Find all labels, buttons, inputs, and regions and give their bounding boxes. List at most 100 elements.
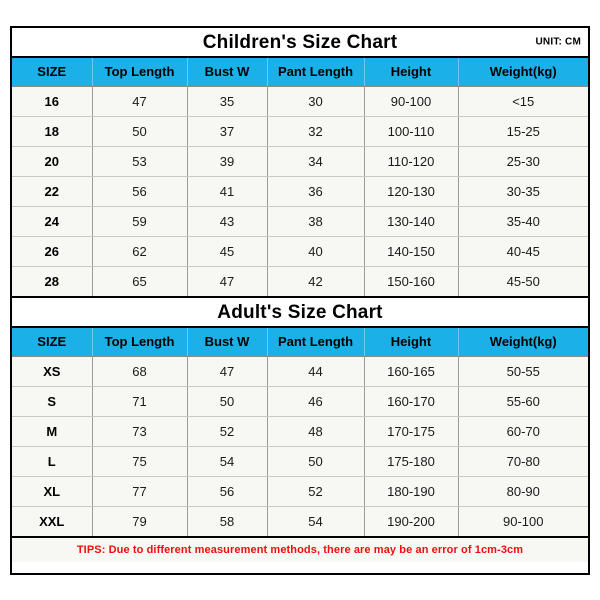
- cell-height: 100-110: [364, 116, 459, 147]
- cell-top-length: 65: [92, 266, 188, 296]
- cell-top-length: 71: [92, 386, 188, 417]
- cell-pant-length: 52: [267, 476, 365, 507]
- cell-height: 160-165: [364, 356, 459, 387]
- cell-bust-w: 43: [187, 206, 268, 237]
- cell-top-length: 53: [92, 146, 188, 177]
- cell-top-length: 79: [92, 506, 188, 536]
- cell-top-length: 56: [92, 176, 188, 207]
- cell-pant-length: 40: [267, 236, 365, 267]
- cell-weight: 50-55: [458, 356, 588, 387]
- adult-chart-title: Adult's Size Chart: [217, 301, 383, 323]
- table-row: 26 62 45 40 140-150 40-45: [12, 236, 588, 267]
- adult-size-table: SIZE Top Length Bust W Pant Length Heigh…: [12, 328, 588, 536]
- cell-pant-length: 42: [267, 266, 365, 296]
- cell-bust-w: 45: [187, 236, 268, 267]
- cell-height: 110-120: [364, 146, 459, 177]
- cell-size: L: [12, 446, 93, 477]
- cell-weight: 60-70: [458, 416, 588, 447]
- cell-weight: 40-45: [458, 236, 588, 267]
- column-header-pant-length: Pant Length: [267, 328, 365, 357]
- cell-height: 180-190: [364, 476, 459, 507]
- cell-bust-w: 39: [187, 146, 268, 177]
- children-size-table: SIZE Top Length Bust W Pant Length Heigh…: [12, 58, 588, 296]
- cell-top-length: 68: [92, 356, 188, 387]
- cell-pant-length: 36: [267, 176, 365, 207]
- tips-footer: TIPS: Due to different measurement metho…: [12, 536, 588, 562]
- column-header-height: Height: [364, 328, 459, 357]
- table-row: 16 47 35 30 90-100 <15: [12, 86, 588, 117]
- cell-size: 20: [12, 146, 93, 177]
- cell-weight: 55-60: [458, 386, 588, 417]
- cell-size: 18: [12, 116, 93, 147]
- table-row: XXL 79 58 54 190-200 90-100: [12, 506, 588, 536]
- cell-pant-length: 44: [267, 356, 365, 387]
- column-header-weight: Weight(kg): [458, 58, 588, 87]
- cell-pant-length: 30: [267, 86, 365, 117]
- cell-size: 22: [12, 176, 93, 207]
- cell-pant-length: 54: [267, 506, 365, 536]
- cell-height: 140-150: [364, 236, 459, 267]
- size-chart-document: Children's Size Chart UNIT: CM SIZE Top …: [10, 26, 590, 575]
- cell-top-length: 47: [92, 86, 188, 117]
- cell-weight: 25-30: [458, 146, 588, 177]
- table-row: M 73 52 48 170-175 60-70: [12, 416, 588, 447]
- cell-size: 28: [12, 266, 93, 296]
- table-row: S 71 50 46 160-170 55-60: [12, 386, 588, 417]
- cell-height: 120-130: [364, 176, 459, 207]
- cell-weight: 90-100: [458, 506, 588, 536]
- table-row: 24 59 43 38 130-140 35-40: [12, 206, 588, 237]
- column-header-bust-w: Bust W: [187, 58, 268, 87]
- table-row: 20 53 39 34 110-120 25-30: [12, 146, 588, 177]
- cell-bust-w: 41: [187, 176, 268, 207]
- cell-bust-w: 54: [187, 446, 268, 477]
- cell-top-length: 62: [92, 236, 188, 267]
- cell-weight: 15-25: [458, 116, 588, 147]
- cell-height: 170-175: [364, 416, 459, 447]
- unit-label: UNIT: CM: [535, 36, 581, 48]
- adult-size-chart-section: Adult's Size Chart SIZE Top Length Bust …: [12, 298, 588, 536]
- adult-table-body: XS 68 47 44 160-165 50-55 S 71 50 46 160…: [12, 356, 588, 536]
- column-header-height: Height: [364, 58, 459, 87]
- cell-weight: <15: [458, 86, 588, 117]
- table-row: XL 77 56 52 180-190 80-90: [12, 476, 588, 507]
- cell-bust-w: 58: [187, 506, 268, 536]
- cell-weight: 45-50: [458, 266, 588, 296]
- cell-weight: 35-40: [458, 206, 588, 237]
- children-size-chart-section: Children's Size Chart UNIT: CM SIZE Top …: [12, 28, 588, 298]
- cell-height: 90-100: [364, 86, 459, 117]
- cell-size: XS: [12, 356, 93, 387]
- cell-top-length: 73: [92, 416, 188, 447]
- cell-bust-w: 47: [187, 356, 268, 387]
- cell-size: XXL: [12, 506, 93, 536]
- cell-size: 24: [12, 206, 93, 237]
- adult-table-header: SIZE Top Length Bust W Pant Length Heigh…: [12, 328, 588, 357]
- cell-weight: 70-80: [458, 446, 588, 477]
- table-row: XS 68 47 44 160-165 50-55: [12, 356, 588, 387]
- tips-text: TIPS: Due to different measurement metho…: [76, 544, 524, 556]
- cell-height: 150-160: [364, 266, 459, 296]
- table-row: 22 56 41 36 120-130 30-35: [12, 176, 588, 207]
- table-header-row: SIZE Top Length Bust W Pant Length Heigh…: [12, 58, 588, 87]
- cell-bust-w: 37: [187, 116, 268, 147]
- cell-top-length: 77: [92, 476, 188, 507]
- cell-height: 190-200: [364, 506, 459, 536]
- cell-height: 160-170: [364, 386, 459, 417]
- children-title-band: Children's Size Chart UNIT: CM: [12, 28, 588, 58]
- cell-pant-length: 38: [267, 206, 365, 237]
- column-header-size: SIZE: [12, 58, 93, 87]
- cell-height: 175-180: [364, 446, 459, 477]
- cell-size: S: [12, 386, 93, 417]
- cell-pant-length: 46: [267, 386, 365, 417]
- column-header-pant-length: Pant Length: [267, 58, 365, 87]
- cell-bust-w: 50: [187, 386, 268, 417]
- table-header-row: SIZE Top Length Bust W Pant Length Heigh…: [12, 328, 588, 357]
- column-header-top-length: Top Length: [92, 58, 188, 87]
- column-header-bust-w: Bust W: [187, 328, 268, 357]
- cell-bust-w: 56: [187, 476, 268, 507]
- cell-size: M: [12, 416, 93, 447]
- cell-size: 16: [12, 86, 93, 117]
- cell-bust-w: 35: [187, 86, 268, 117]
- cell-pant-length: 48: [267, 416, 365, 447]
- cell-top-length: 50: [92, 116, 188, 147]
- cell-bust-w: 52: [187, 416, 268, 447]
